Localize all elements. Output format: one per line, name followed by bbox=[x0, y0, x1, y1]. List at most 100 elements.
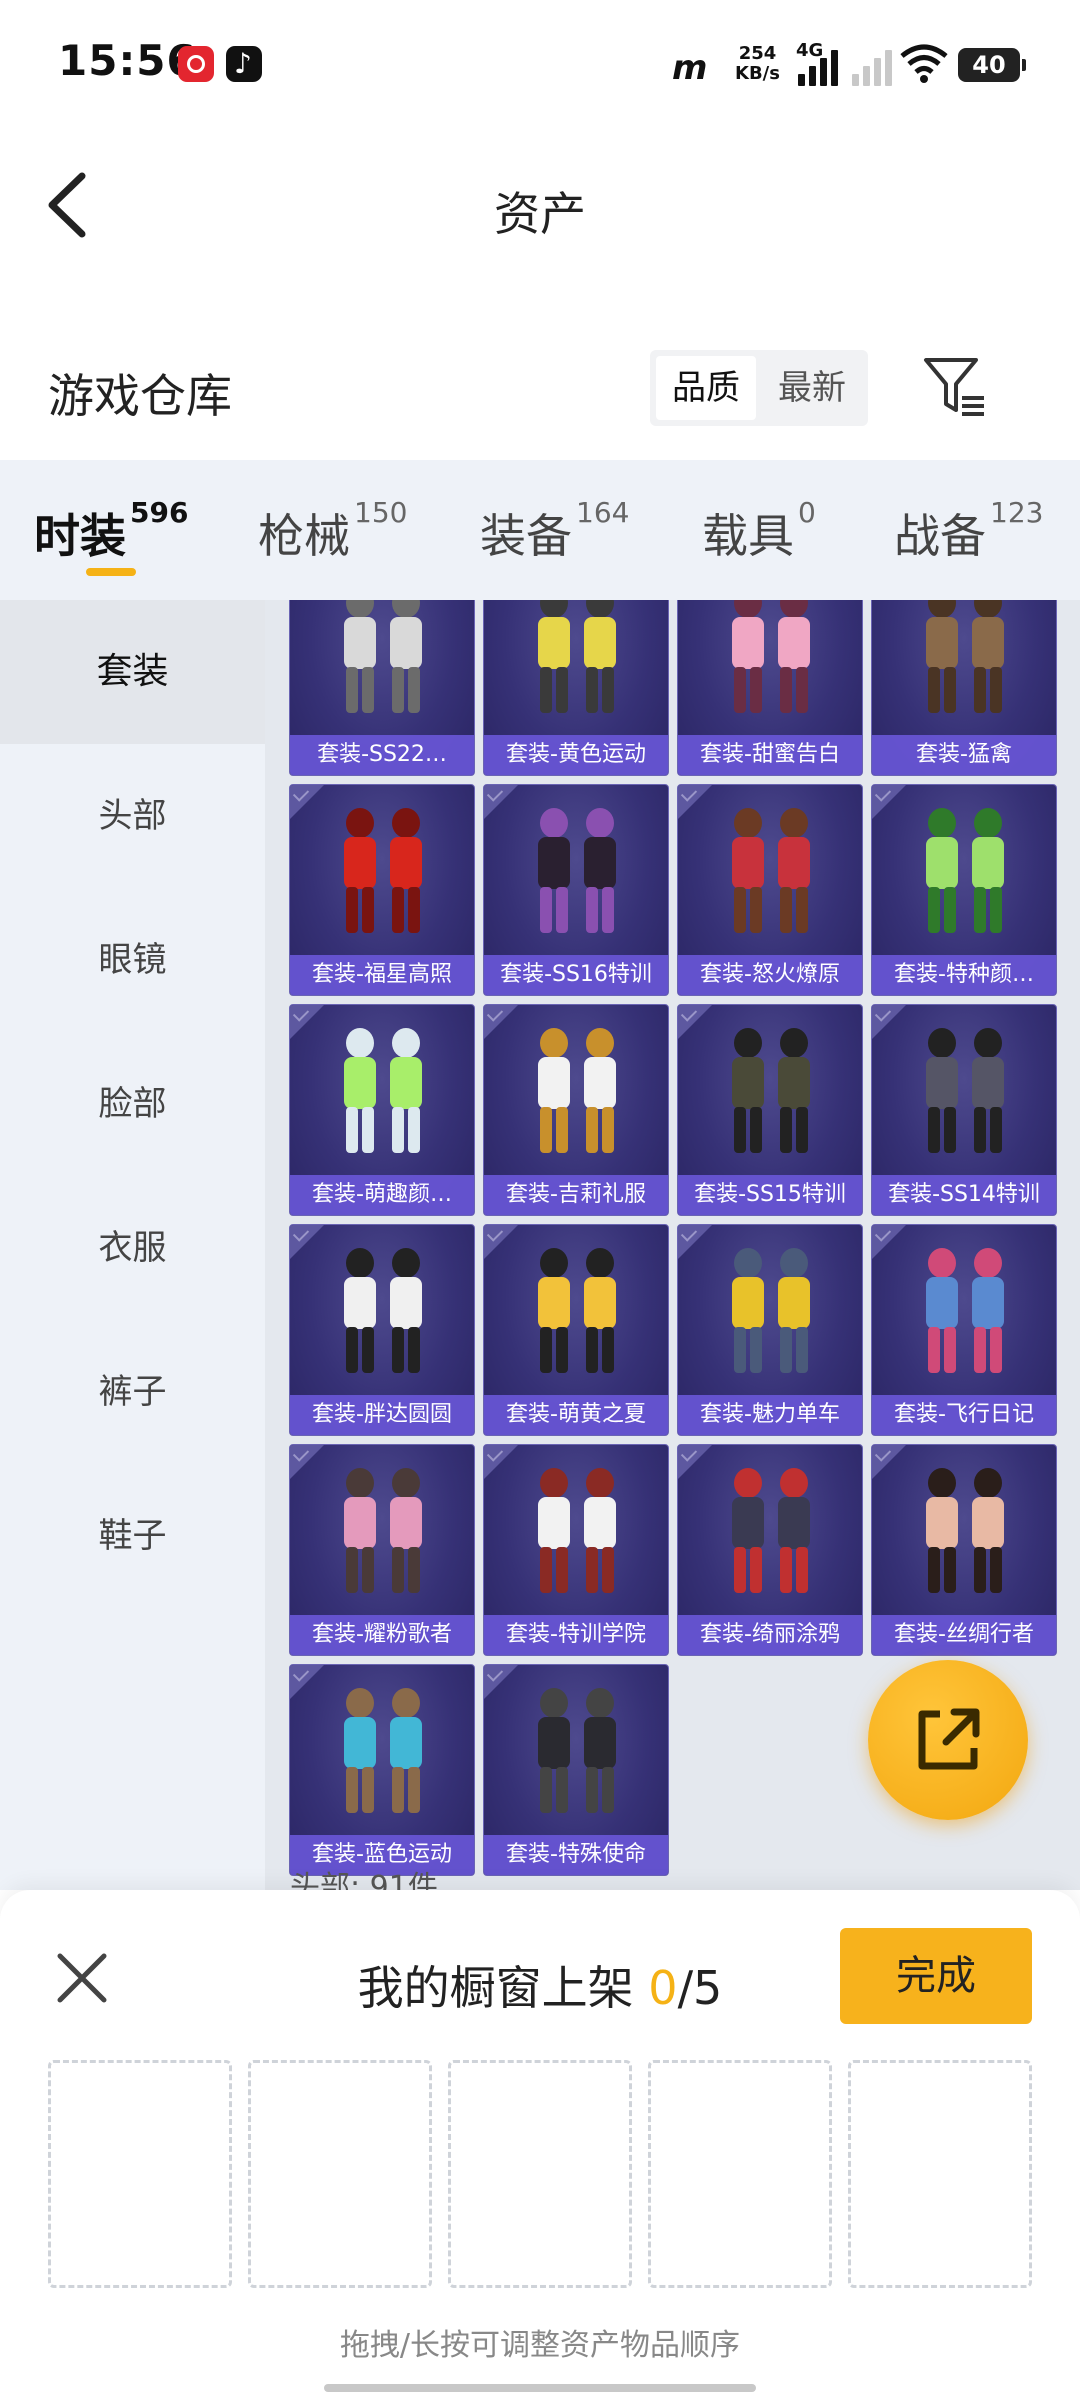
item-card[interactable]: 套装-怒火燎原 bbox=[677, 784, 863, 996]
tiktok-icon bbox=[226, 46, 262, 82]
status-bar: 15:56 m 254 KB/s 4G 40 bbox=[0, 0, 1080, 130]
item-label: 套装-胖达圆圆 bbox=[290, 1395, 474, 1435]
sort-quality-button[interactable]: 品质 bbox=[656, 356, 756, 420]
showcase-slot[interactable] bbox=[248, 2060, 432, 2288]
showcase-slot[interactable] bbox=[448, 2060, 632, 2288]
sidebar-item-pants[interactable]: 裤子 bbox=[0, 1320, 265, 1464]
sidebar-item-head[interactable]: 头部 bbox=[0, 744, 265, 888]
showcase-total: /5 bbox=[677, 1961, 723, 2015]
active-tab-indicator bbox=[86, 568, 136, 576]
item-card[interactable]: 套装-特训学院 bbox=[483, 1444, 669, 1656]
item-card[interactable]: 套装-SS16特训 bbox=[483, 784, 669, 996]
outfit-image bbox=[732, 1248, 810, 1373]
tab-fashion[interactable]: 时装 596 bbox=[34, 496, 188, 566]
item-card[interactable]: 套装-萌趣颜… bbox=[289, 1004, 475, 1216]
item-label: 套装-SS22… bbox=[290, 735, 474, 775]
status-time: 15:56 bbox=[58, 36, 197, 85]
net-speed: 254 KB/s bbox=[735, 44, 780, 84]
item-label: 套装-福星高照 bbox=[290, 955, 474, 995]
outfit-image bbox=[732, 1028, 810, 1153]
item-label: 套装-特殊使命 bbox=[484, 1835, 668, 1875]
tab-label: 战备 bbox=[894, 509, 986, 563]
outfit-image bbox=[538, 1028, 616, 1153]
outfit-image bbox=[732, 808, 810, 933]
outfit-image bbox=[732, 1468, 810, 1593]
outfit-image bbox=[538, 1248, 616, 1373]
item-card[interactable]: 套装-耀粉歌者 bbox=[289, 1444, 475, 1656]
item-label: 套装-耀粉歌者 bbox=[290, 1615, 474, 1655]
item-label: 套装-绮丽涂鸦 bbox=[678, 1615, 862, 1655]
sidebar-item-glasses[interactable]: 眼镜 bbox=[0, 888, 265, 1032]
netease-music-icon bbox=[178, 46, 214, 82]
top-app-bar: 资产 bbox=[0, 130, 1080, 280]
net-speed-unit: KB/s bbox=[735, 63, 780, 84]
item-card[interactable]: 套装-SS15特训 bbox=[677, 1004, 863, 1216]
item-label: 套装-吉莉礼服 bbox=[484, 1175, 668, 1215]
filter-icon[interactable] bbox=[920, 352, 990, 422]
item-card[interactable]: 套装-黄色运动 bbox=[483, 600, 669, 776]
item-card[interactable]: 套装-SS14特训 bbox=[871, 1004, 1057, 1216]
wifi-icon bbox=[900, 44, 948, 83]
outfit-image bbox=[538, 600, 616, 713]
item-card[interactable]: 套装-丝绸行者 bbox=[871, 1444, 1057, 1656]
showcase-slot[interactable] bbox=[48, 2060, 232, 2288]
tab-label: 装备 bbox=[480, 509, 572, 563]
category-tabs: 时装 596 枪械 150 装备 164 载具 0 战备 123 bbox=[0, 460, 1080, 600]
item-card[interactable]: 套装-萌黄之夏 bbox=[483, 1224, 669, 1436]
tab-count: 150 bbox=[354, 496, 408, 529]
item-card[interactable]: 套装-福星高照 bbox=[289, 784, 475, 996]
home-indicator[interactable] bbox=[324, 2384, 756, 2392]
sort-toggle: 品质 最新 bbox=[650, 350, 868, 426]
hd-signal-icon: m bbox=[672, 48, 708, 88]
battery-indicator: 40 bbox=[958, 48, 1026, 82]
item-label: 套装-SS16特训 bbox=[484, 955, 668, 995]
item-card[interactable]: 套装-飞行日记 bbox=[871, 1224, 1057, 1436]
outfit-image bbox=[344, 1468, 422, 1593]
outfit-image bbox=[538, 1468, 616, 1593]
section-footer: 头部: 91件 bbox=[290, 1870, 438, 1890]
item-label: 套装-SS15特训 bbox=[678, 1175, 862, 1215]
sidebar-item-clothes[interactable]: 衣服 bbox=[0, 1176, 265, 1320]
item-label: 套装-怒火燎原 bbox=[678, 955, 862, 995]
item-card[interactable]: 套装-猛禽 bbox=[871, 600, 1057, 776]
tab-supplies[interactable]: 战备 123 bbox=[894, 496, 1043, 566]
sidebar-item-suit[interactable]: 套装 bbox=[0, 600, 265, 744]
item-card[interactable]: 套装-SS22… bbox=[289, 600, 475, 776]
outfit-image bbox=[926, 1248, 1004, 1373]
sidebar-item-shoes[interactable]: 鞋子 bbox=[0, 1464, 265, 1608]
tab-label: 时装 bbox=[34, 509, 126, 563]
tab-equipment[interactable]: 装备 164 bbox=[480, 496, 629, 566]
sort-latest-button[interactable]: 最新 bbox=[762, 356, 862, 420]
item-card[interactable]: 套装-魅力单车 bbox=[677, 1224, 863, 1436]
showcase-title-prefix: 我的橱窗上架 bbox=[357, 1961, 649, 2015]
showcase-slot[interactable] bbox=[848, 2060, 1032, 2288]
outfit-image bbox=[538, 1688, 616, 1813]
tab-vehicles[interactable]: 载具 0 bbox=[702, 496, 816, 566]
done-button[interactable]: 完成 bbox=[840, 1928, 1032, 2024]
item-card[interactable]: 套装-吉莉礼服 bbox=[483, 1004, 669, 1216]
cell-signal-icon bbox=[798, 44, 842, 86]
share-button[interactable] bbox=[868, 1660, 1028, 1820]
app-root: 15:56 m 254 KB/s 4G 40 资产 游戏仓库 bbox=[0, 0, 1080, 2400]
item-card[interactable]: 套装-特殊使命 bbox=[483, 1664, 669, 1876]
item-label: 套装-SS14特训 bbox=[872, 1175, 1056, 1215]
share-external-icon bbox=[918, 1708, 980, 1770]
item-card[interactable]: 套装-特种颜… bbox=[871, 784, 1057, 996]
item-label: 套装-萌趣颜… bbox=[290, 1175, 474, 1215]
outfit-image bbox=[344, 1248, 422, 1373]
sidebar-item-face[interactable]: 脸部 bbox=[0, 1032, 265, 1176]
tab-guns[interactable]: 枪械 150 bbox=[258, 496, 407, 566]
item-card[interactable]: 套装-蓝色运动 bbox=[289, 1664, 475, 1876]
item-label: 套装-魅力单车 bbox=[678, 1395, 862, 1435]
item-card[interactable]: 套装-绮丽涂鸦 bbox=[677, 1444, 863, 1656]
item-label: 套装-特训学院 bbox=[484, 1615, 668, 1655]
item-card[interactable]: 套装-胖达圆圆 bbox=[289, 1224, 475, 1436]
warehouse-header: 游戏仓库 品质 最新 bbox=[0, 320, 1080, 460]
showcase-slot[interactable] bbox=[648, 2060, 832, 2288]
item-card[interactable]: 套装-甜蜜告白 bbox=[677, 600, 863, 776]
showcase-current-count: 0 bbox=[648, 1961, 678, 2015]
tab-count: 164 bbox=[576, 496, 630, 529]
tab-count: 123 bbox=[990, 496, 1044, 529]
item-label: 套装-萌黄之夏 bbox=[484, 1395, 668, 1435]
tab-count: 0 bbox=[798, 496, 816, 529]
